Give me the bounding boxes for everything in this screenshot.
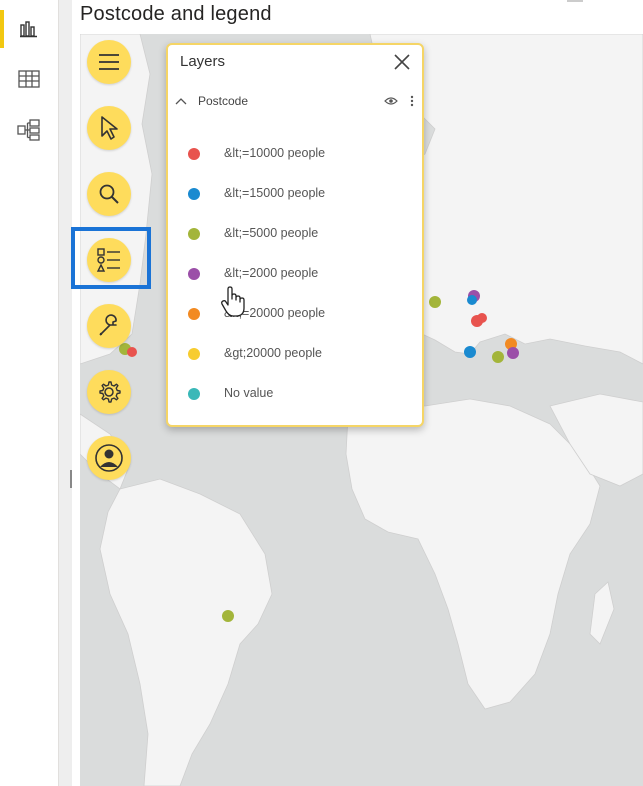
gear-icon <box>99 381 121 403</box>
search-button[interactable] <box>87 172 131 216</box>
tools-button[interactable] <box>87 304 131 348</box>
legend-item: No value <box>168 383 422 405</box>
legend-swatch <box>188 188 200 200</box>
model-view-button[interactable] <box>0 107 58 153</box>
legend-label: &lt;=2000 people <box>224 266 319 280</box>
layer-name: Postcode <box>198 94 249 108</box>
layers-panel[interactable]: Layers Postcode &lt;=10000 people &lt;=1… <box>166 43 424 427</box>
account-button[interactable] <box>87 436 131 480</box>
visual-title: Postcode and legend <box>80 3 272 25</box>
chevron-up-icon[interactable] <box>174 96 188 106</box>
table-view-icon <box>18 70 40 88</box>
settings-button[interactable] <box>87 370 131 414</box>
legend-label: &lt;=10000 people <box>224 146 326 160</box>
legend-swatch <box>188 228 200 240</box>
layer-row-postcode[interactable]: Postcode <box>168 92 422 112</box>
close-icon[interactable] <box>392 52 412 72</box>
hamburger-menu-icon <box>99 54 119 70</box>
menu-button[interactable] <box>87 40 131 84</box>
more-options-icon[interactable] <box>410 95 414 107</box>
user-icon <box>95 444 123 472</box>
legend-item: &gt;20000 people <box>168 343 422 365</box>
legend-swatch <box>188 148 200 160</box>
visual-header-edge-icon <box>567 0 583 2</box>
report-view-icon <box>20 21 37 38</box>
legend-swatch <box>188 308 200 320</box>
view-rail <box>0 0 59 786</box>
model-view-icon <box>17 119 40 141</box>
legend-label: &lt;=15000 people <box>224 186 326 200</box>
select-button[interactable] <box>87 106 131 150</box>
canvas-margin <box>59 0 72 786</box>
report-view-button[interactable] <box>0 6 58 52</box>
legend-item: &lt;=20000 people <box>168 303 422 325</box>
panel-title: Layers <box>180 53 226 70</box>
legend-item: &lt;=15000 people <box>168 183 422 205</box>
legend-swatch <box>188 388 200 400</box>
highlight-box <box>71 227 151 289</box>
legend-label: &lt;=5000 people <box>224 226 319 240</box>
table-view-button[interactable] <box>0 56 58 102</box>
hand-cursor-icon <box>221 286 245 317</box>
pointer-select-icon <box>101 116 118 140</box>
legend-label: No value <box>224 386 274 400</box>
legend-item: &lt;=2000 people <box>168 263 422 285</box>
search-icon <box>99 184 119 204</box>
legend-item: &lt;=10000 people <box>168 143 422 165</box>
legend-item: &lt;=5000 people <box>168 223 422 245</box>
wrench-icon <box>99 314 117 336</box>
legend-label: &gt;20000 people <box>224 346 323 360</box>
legend-swatch <box>188 268 200 280</box>
legend-swatch <box>188 348 200 360</box>
eye-icon[interactable] <box>384 96 398 106</box>
